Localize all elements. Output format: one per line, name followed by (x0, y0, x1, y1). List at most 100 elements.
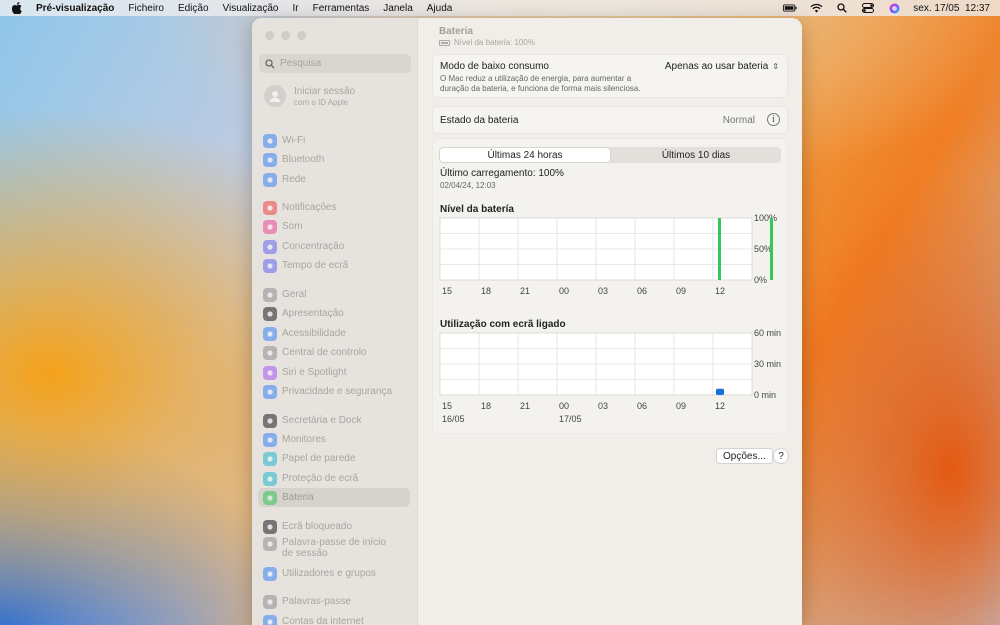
sidebar-item-label: Papel de parede (282, 453, 356, 464)
sidebar-item-wifi[interactable]: Wi-Fi (258, 131, 410, 150)
sidebar-item-label: Contas da internet (282, 616, 364, 625)
battery-state-label: Estado da bateria (440, 115, 519, 126)
sidebar-item-sun[interactable]: Monitores (258, 430, 410, 449)
menu-visualizacao[interactable]: Visualização (223, 3, 279, 14)
sidebar-item-label: Central de controlo (282, 347, 367, 358)
menu-app-name[interactable]: Pré-visualização (36, 3, 114, 14)
sidebar-item-label: Ecrã bloqueado (282, 521, 353, 532)
apple-menu-icon[interactable] (12, 2, 26, 14)
chart-bar (718, 218, 721, 280)
chart-bar (770, 218, 773, 280)
sidebar-item-label: Monitores (282, 434, 326, 445)
bell-icon (263, 200, 277, 215)
sidebar-item-bell[interactable]: Notificações (258, 198, 410, 217)
minimize-button[interactable] (281, 31, 290, 40)
sidebar-item-label: Som (282, 221, 303, 232)
x-tick-label: 09 (676, 286, 686, 296)
search-placeholder: Pesquisa (280, 58, 322, 69)
tab-last-24-hours[interactable]: Últimas 24 horas (440, 148, 610, 162)
sidebar-item-key[interactable]: Palavras-passe (258, 592, 410, 611)
sidebar-item-battery[interactable]: Bateria (258, 488, 410, 507)
low-power-label: Modo de baixo consumo (440, 61, 549, 72)
sidebar-item-accessibility[interactable]: Acessibilidade (258, 324, 410, 343)
sidebar-item-lock-screen[interactable]: Ecrã bloqueado (258, 517, 410, 536)
sidebar-item-bluetooth[interactable]: Bluetooth (258, 150, 410, 169)
battery-level-chart-title: Nível da batería (440, 204, 514, 215)
wifi-icon (263, 133, 277, 148)
sidebar-item-wallpaper[interactable]: Papel de parede (258, 449, 410, 468)
bluetooth-icon (263, 152, 277, 167)
settings-window: Pesquisa Iniciar sessão com o ID Apple W… (252, 18, 802, 625)
accessibility-icon (263, 326, 277, 341)
tab-last-10-days[interactable]: Últimos 10 dias (611, 147, 781, 163)
siri-icon[interactable] (887, 3, 901, 13)
info-icon[interactable]: i (767, 113, 780, 126)
menu-clock[interactable]: sex. 17/05 12:37 (913, 3, 990, 14)
x-tick-label: 06 (637, 401, 647, 411)
battery-level-text: Nível da bateria: 100% (454, 38, 535, 47)
menu-janela[interactable]: Janela (383, 3, 412, 14)
menu-ir[interactable]: Ir (293, 3, 299, 14)
sidebar-item-hand[interactable]: Privacidade e segurança (258, 382, 410, 401)
x-tick-label: 00 (559, 401, 569, 411)
dock-icon (263, 413, 277, 428)
x-tick-label: 12 (715, 286, 725, 296)
search-input[interactable]: Pesquisa (259, 54, 411, 73)
sidebar-item-globe[interactable]: Rede (258, 170, 410, 189)
sidebar-item-siri[interactable]: Siri e Spotlight (258, 363, 410, 382)
users-icon (263, 566, 277, 581)
wifi-status-icon[interactable] (809, 3, 823, 13)
menu-edicao[interactable]: Edição (178, 3, 209, 14)
sidebar-item-label: Concentração (282, 241, 345, 252)
lock-screen-icon (263, 519, 277, 534)
sidebar-item-control-center[interactable]: Central de controlo (258, 343, 410, 362)
options-button[interactable]: Opções... (716, 448, 773, 464)
time-range-segmented-control: Últimas 24 horas Últimos 10 dias (439, 147, 781, 163)
sidebar-item-label: Notificações (282, 202, 337, 213)
sidebar-item-label: Tempo de ecrã (282, 260, 349, 271)
zoom-button[interactable] (297, 31, 306, 40)
sidebar-item-at[interactable]: Contas da internet (258, 612, 410, 625)
sidebar-item-label: Proteção de ecrã (282, 473, 359, 484)
sidebar-item-screensaver[interactable]: Proteção de ecrã (258, 469, 410, 488)
help-button[interactable]: ? (773, 448, 789, 464)
sidebar: Pesquisa Iniciar sessão com o ID Apple W… (252, 18, 418, 625)
low-power-mode-row: Modo de baixo consumo O Mac reduz a util… (432, 54, 788, 98)
window-controls (265, 31, 306, 40)
menu-ficheiro[interactable]: Ficheiro (128, 3, 164, 14)
x-tick-label: 21 (520, 286, 530, 296)
control-center-icon[interactable] (861, 3, 875, 13)
apple-id-signin[interactable]: Iniciar sessão com o ID Apple (264, 85, 355, 107)
battery-state-row: Estado da bateria Normal i (432, 106, 788, 134)
low-power-select[interactable]: Apenas ao usar bateria ⇕ (665, 61, 779, 72)
sidebar-item-appearance[interactable]: Apresentação (258, 304, 410, 323)
menu-bar: Pré-visualização Ficheiro Edição Visuali… (0, 0, 1000, 16)
menu-ajuda[interactable]: Ajuda (427, 3, 453, 14)
sidebar-item-gear[interactable]: Geral (258, 285, 410, 304)
account-subtitle: com o ID Apple (294, 97, 349, 107)
sidebar-item-label: Secretária e Dock (282, 415, 362, 426)
gear-icon (263, 287, 277, 302)
sidebar-item-hourglass[interactable]: Tempo de ecrã (258, 256, 410, 275)
menu-ferramentas[interactable]: Ferramentas (313, 3, 370, 14)
sidebar-item-lock[interactable]: Palavra-passe de início de sessão (258, 535, 410, 563)
sidebar-item-dock[interactable]: Secretária e Dock (258, 411, 410, 430)
x-tick-label: 03 (598, 401, 608, 411)
globe-icon (263, 172, 277, 187)
spotlight-search-icon[interactable] (835, 3, 849, 13)
sidebar-item-label: Palavra-passe de início de sessão (282, 537, 386, 559)
lock-icon (263, 537, 277, 551)
sidebar-item-speaker[interactable]: Som (258, 217, 410, 236)
sidebar-item-moon[interactable]: Concentração (258, 237, 410, 256)
battery-level-summary: Nível da bateria: 100% (439, 38, 535, 47)
x-tick-label: 15 (442, 286, 452, 296)
moon-icon (263, 239, 277, 254)
sidebar-item-label: Apresentação (282, 308, 344, 319)
x-tick-label: 06 (637, 286, 647, 296)
screensaver-icon (263, 471, 277, 486)
battery-small-icon (439, 39, 450, 46)
sidebar-item-users[interactable]: Utilizadores e grupos (258, 564, 410, 583)
battery-status-icon[interactable] (783, 3, 797, 13)
x-tick-label: 18 (481, 286, 491, 296)
close-button[interactable] (265, 31, 274, 40)
